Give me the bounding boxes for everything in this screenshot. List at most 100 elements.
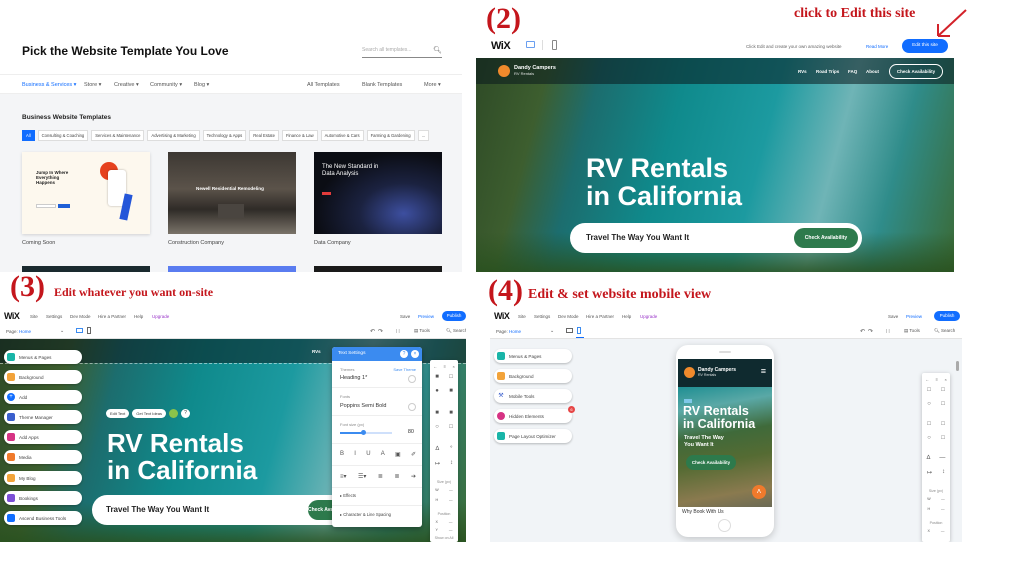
sidebar-item-menus-pages[interactable]: Menus & Pages [494, 349, 572, 363]
nav-more[interactable]: More ▾ [424, 82, 441, 88]
stretch-icon[interactable]: ↦ [927, 469, 932, 476]
scroll-to-top-icon[interactable]: ˄ [752, 485, 766, 499]
dock-icon[interactable]: ↕ [450, 460, 453, 467]
angle-icon[interactable]: ° [450, 446, 452, 452]
redo-icon[interactable]: ↷ [868, 328, 873, 335]
distribute-icon[interactable]: □ [941, 435, 945, 441]
hero-headline[interactable]: RV Rentals in California [106, 429, 258, 486]
list-icon[interactable]: ☰▾ [358, 473, 366, 480]
sidebar-item-background[interactable]: Background [4, 370, 82, 384]
page-selector[interactable]: Page: Home [6, 329, 31, 334]
chip[interactable]: Consulting & Coaching [37, 130, 89, 141]
chip[interactable]: Automotive & Cars [320, 130, 364, 141]
site-nav-faq[interactable]: FAQ [848, 69, 857, 74]
slider-handle[interactable] [361, 430, 367, 435]
undo-icon[interactable]: ↶ [370, 328, 375, 335]
delete-icon[interactable]: ■ [449, 388, 453, 394]
sidebar-item-add[interactable]: + Add [4, 390, 82, 404]
send-backward-icon[interactable]: ■ [449, 410, 453, 416]
angle-icon[interactable]: — [939, 455, 945, 461]
stretch-icon[interactable]: ↦ [435, 460, 440, 467]
save-button[interactable]: Save [400, 314, 410, 319]
template-thumbnail[interactable]: The New Standard in Data Analysis [314, 152, 442, 234]
collapse-icon[interactable]: ← [925, 377, 929, 382]
italic-icon[interactable]: I [354, 451, 356, 458]
menu-hire-partner[interactable]: Hire a Partner [98, 314, 126, 319]
sidebar-item-bookings[interactable]: Bookings [4, 491, 82, 505]
spacing-accordion[interactable]: ▸ Character & Line Spacing [340, 512, 391, 517]
scrollbar[interactable] [956, 361, 959, 371]
desktop-icon[interactable] [76, 328, 83, 333]
get-text-ideas-button[interactable]: Get Text Ideas [132, 409, 166, 418]
desktop-icon[interactable] [566, 328, 573, 333]
show-on-all-toggle[interactable]: Show on All [430, 536, 458, 540]
drag-handle-icon[interactable]: ≡ [444, 364, 446, 369]
mobile-headline[interactable]: RV Rentals in California [683, 404, 755, 431]
site-nav-rvs[interactable]: RVs [798, 69, 807, 74]
bold-icon[interactable]: B [340, 451, 344, 458]
sidebar-item-background[interactable]: Background [494, 369, 572, 383]
highlight-icon[interactable]: ▣ [395, 451, 401, 458]
chevron-down-icon[interactable]: ⌄ [550, 328, 554, 334]
save-button[interactable]: Save [888, 314, 898, 319]
chip[interactable]: Technology & Apps [202, 130, 247, 141]
mobile-editor-canvas[interactable]: Menus & Pages Background ⚒ Mobile Tools H… [490, 339, 962, 542]
menu-settings[interactable]: Settings [534, 314, 550, 319]
sidebar-item-theme-manager[interactable]: Theme Manager [4, 410, 82, 424]
menu-dev-mode[interactable]: Dev Mode [70, 314, 91, 319]
template-thumbnail[interactable]: Jump In Where Everything Happens [22, 152, 150, 234]
nav-blog[interactable]: Blog ▾ [194, 82, 209, 88]
search-icon[interactable]: 🔍︎ [433, 46, 442, 54]
undo-icon[interactable]: ↶ [860, 328, 865, 335]
sidebar-item-mobile-tools[interactable]: ⚒ Mobile Tools [494, 389, 572, 403]
theme-dropdown[interactable]: Heading 1* [340, 375, 367, 381]
search-input[interactable]: Search all templates... 🔍︎ [362, 44, 442, 58]
rotate-icon[interactable]: ∆ [435, 446, 439, 452]
menu-site[interactable]: Site [518, 314, 526, 319]
save-theme-link[interactable]: Save Theme [393, 367, 416, 372]
menu-settings[interactable]: Settings [46, 314, 62, 319]
preview-button[interactable]: Preview [418, 314, 434, 319]
y-input[interactable]: — [449, 528, 453, 532]
copy-icon[interactable]: ■ [435, 374, 439, 380]
template-card-partial[interactable] [314, 266, 442, 272]
chip-more[interactable]: ... [417, 130, 430, 141]
font-dropdown[interactable]: Poppins Semi Bold [340, 403, 386, 409]
width-input[interactable]: — [941, 497, 945, 501]
collapse-icon[interactable]: ← [433, 364, 437, 369]
menu-upgrade[interactable]: Upgrade [640, 314, 657, 319]
sidebar-item-ascend[interactable]: Ascend Business Tools [4, 511, 82, 525]
template-name[interactable]: Data Company [314, 240, 351, 246]
header-check-availability[interactable]: Check Availability [889, 64, 943, 79]
search-button[interactable]: 🔍︎ Search [446, 328, 466, 334]
chevron-down-icon[interactable] [408, 403, 416, 411]
sidebar-item-menus-pages[interactable]: Menus & Pages [4, 350, 82, 364]
paste-icon[interactable]: □ [449, 374, 453, 380]
sidebar-item-add-apps[interactable]: Add Apps [4, 430, 82, 444]
chip[interactable]: Finance & Law [281, 130, 318, 141]
page-selector[interactable]: Page: Home [496, 329, 521, 334]
nav-store[interactable]: Store ▾ [84, 82, 101, 88]
redo-icon[interactable]: ↷ [378, 328, 383, 335]
publish-button[interactable]: Publish [934, 311, 960, 321]
align-icon[interactable]: ○ [927, 435, 931, 441]
search-button[interactable]: 🔍︎ Search [934, 328, 955, 334]
duplicate-icon[interactable]: ● [435, 388, 439, 394]
sidebar-item-page-layout-optimizer[interactable]: Page Layout Optimizer [494, 429, 572, 443]
chip[interactable]: Advertising & Marketing [147, 130, 200, 141]
template-name[interactable]: Coming Soon [22, 240, 55, 246]
fit-icon[interactable]: ∷ [886, 328, 890, 335]
help-icon[interactable]: ? [181, 409, 190, 418]
mobile-check-availability-button[interactable]: Check Availability [686, 455, 736, 470]
x-input[interactable]: — [449, 520, 453, 524]
template-card[interactable]: Newell Residential Remodeling Constructi… [168, 152, 296, 246]
height-input[interactable]: — [941, 507, 945, 511]
distribute-icon[interactable]: □ [449, 424, 453, 430]
check-availability-button[interactable]: Check Availability [794, 228, 858, 248]
read-more-link[interactable]: Read More [866, 44, 888, 49]
hamburger-menu-icon[interactable]: ≡ [761, 367, 766, 376]
text-direction-icon[interactable]: ➔ [411, 473, 416, 480]
bring-forward-icon[interactable]: ■ [435, 410, 439, 416]
font-size-slider[interactable] [340, 430, 392, 435]
mobile-icon[interactable] [552, 40, 557, 50]
